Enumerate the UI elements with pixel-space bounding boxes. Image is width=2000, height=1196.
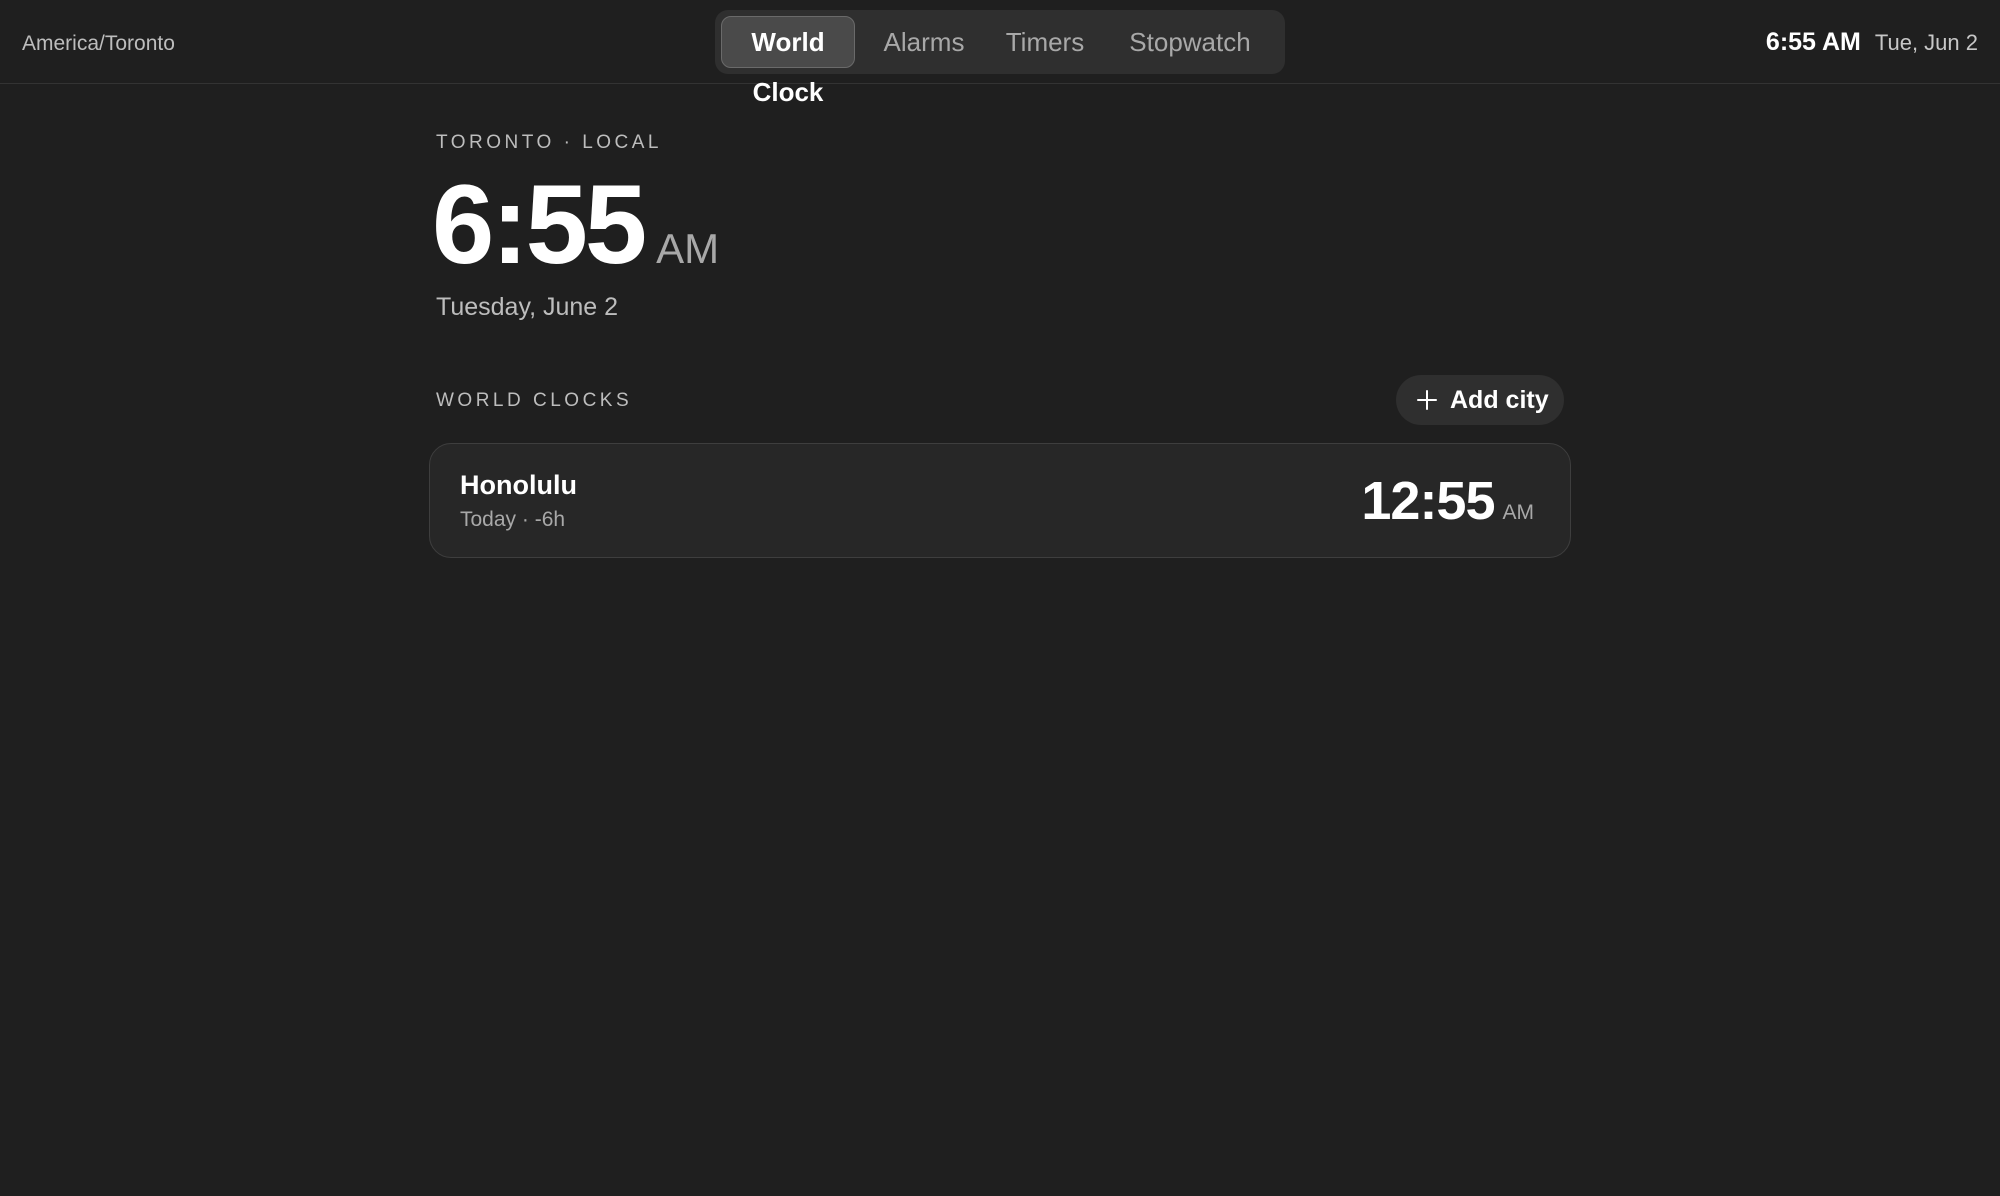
tab-bar: World Clock Alarms Timers Stopwatch (715, 10, 1285, 107)
local-time-value: 6:55 (432, 162, 647, 287)
header-time: 6:55 AM (1765, 28, 1861, 56)
header-date: Tue, Jun 2 (1874, 30, 1978, 55)
local-city-label: TORONTO · LOCAL (436, 132, 662, 153)
local-time: 6:55 AM (432, 160, 719, 289)
add-city-button[interactable]: Add city (1396, 375, 1564, 425)
city-time-ampm: AM (1502, 501, 1535, 524)
add-city-label: Add city (1450, 386, 1549, 414)
world-clocks-header: WORLD CLOCKS (436, 390, 633, 411)
city-name: Honolulu (460, 470, 577, 500)
timezone-label: America/Toronto (22, 32, 175, 55)
top-bar: America/Toronto World Clock Alarms Timer… (0, 0, 2000, 107)
tab-world-clock[interactable]: World Clock (721, 16, 855, 107)
city-time-value: 12:55 (1361, 471, 1495, 531)
tab-stopwatch[interactable]: Stopwatch (1105, 16, 1275, 68)
city-time: 12:55 AM (1361, 470, 1534, 532)
tab-timers[interactable]: Timers (993, 16, 1097, 68)
local-time-ampm: AM (656, 225, 720, 272)
plus-icon (1417, 390, 1437, 410)
header-clock: 6:55 AM Tue, Jun 2 (1766, 28, 1978, 57)
city-card-honolulu[interactable]: Honolulu Today · -6h 12:55 AM (429, 443, 1571, 558)
local-date: Tuesday, June 2 (436, 293, 619, 321)
city-offset: Today · -6h (460, 508, 566, 531)
tab-alarms[interactable]: Alarms (863, 16, 985, 68)
